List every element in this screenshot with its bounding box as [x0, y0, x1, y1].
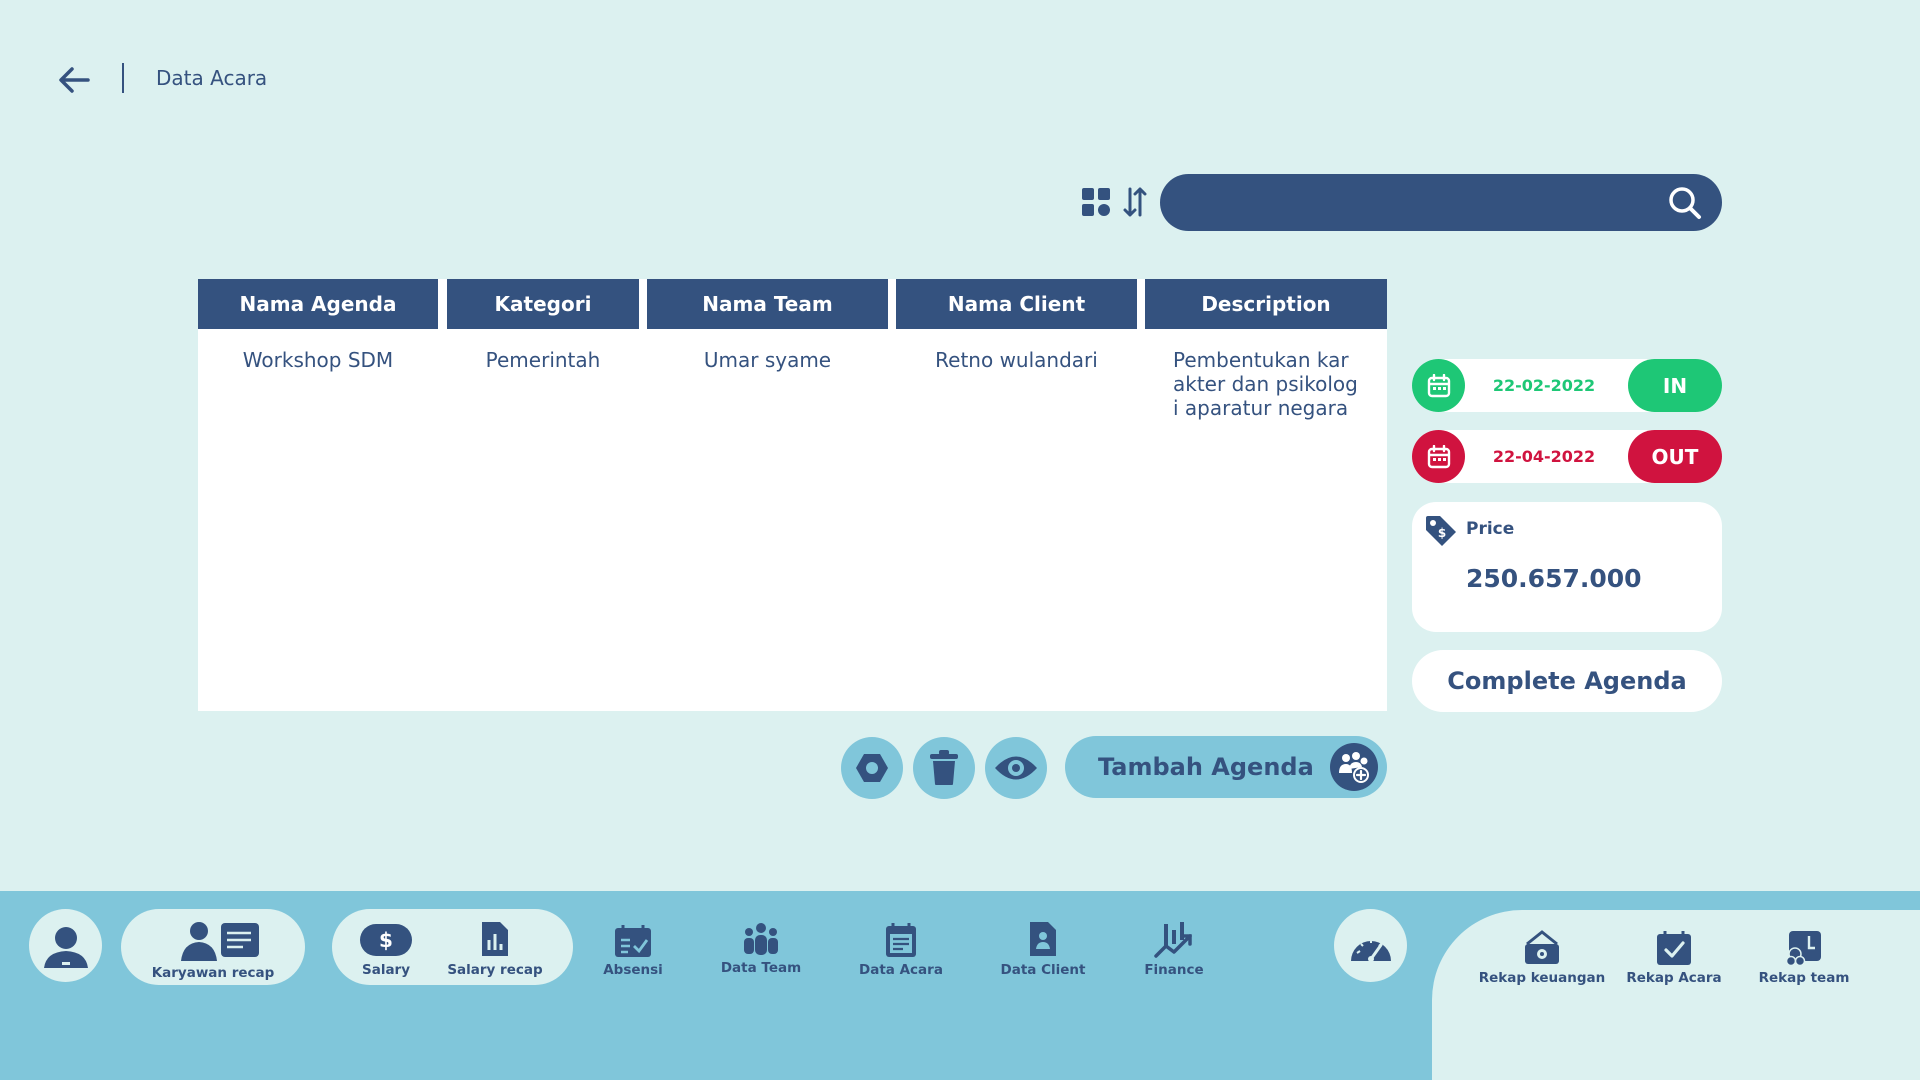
nav-absensi-label: Absensi — [603, 962, 663, 978]
svg-text:$: $ — [1438, 526, 1446, 540]
nav-data-acara[interactable]: Data Acara — [836, 922, 966, 978]
finance-chart-icon — [1154, 922, 1192, 958]
cell-nama-client: Retno wulandari — [935, 348, 1098, 372]
back-arrow-icon[interactable] — [56, 62, 92, 98]
price-card: $ Price 250.657.000 — [1412, 502, 1722, 632]
event-recap-icon — [1657, 931, 1691, 965]
karyawan-recap-group: Karyawan recap — [121, 909, 305, 985]
user-icon — [43, 926, 88, 968]
nav-salary-label: Salary — [361, 962, 411, 978]
svg-text:$: $ — [379, 928, 393, 952]
date-out-field[interactable]: 22-04-2022 OUT — [1412, 430, 1722, 483]
calendar-icon[interactable] — [1412, 430, 1465, 483]
nav-data-team[interactable]: Data Team — [696, 922, 826, 976]
date-in-value: 22-02-2022 — [1492, 376, 1596, 395]
nav-salary-recap-label: Salary recap — [447, 962, 543, 978]
date-in-field[interactable]: 22-02-2022 IN — [1412, 359, 1722, 412]
nav-data-team-label: Data Team — [720, 960, 802, 976]
trash-icon — [930, 750, 958, 785]
nav-finance-label: Finance — [1144, 962, 1204, 978]
cell-nama-team: Umar syame — [703, 348, 832, 372]
nav-data-client[interactable]: Data Client — [978, 920, 1108, 978]
salary-group: $ Salary Salary recap — [332, 909, 573, 985]
nav-rekap-team[interactable]: Rekap team — [1739, 930, 1869, 986]
event-calendar-icon — [886, 923, 916, 957]
column-header-nama-agenda[interactable]: Nama Agenda — [198, 279, 438, 329]
eye-icon — [995, 756, 1037, 780]
settings-icon — [856, 754, 888, 782]
nav-rekap-team-label: Rekap team — [1758, 970, 1850, 986]
column-header-description[interactable]: Description — [1145, 279, 1387, 329]
sort-icon[interactable] — [1122, 186, 1148, 218]
description-line: Pembentukan kar — [1173, 348, 1349, 372]
header-divider — [122, 63, 124, 93]
grid-view-icon[interactable] — [1082, 188, 1110, 216]
nav-absensi[interactable]: Absensi — [568, 924, 698, 978]
delete-button[interactable] — [913, 737, 975, 799]
complete-agenda-button[interactable]: Complete Agenda — [1412, 650, 1722, 712]
search-bar — [1160, 174, 1722, 231]
nav-salary-recap[interactable]: Salary recap — [430, 920, 560, 978]
cell-kategori: Pemerintah — [485, 348, 601, 372]
date-out-value: 22-04-2022 — [1492, 447, 1596, 466]
view-button[interactable] — [985, 737, 1047, 799]
page-title: Data Acara — [156, 66, 268, 90]
price-tag-icon: $ — [1422, 512, 1460, 550]
description-line: i aparatur negara — [1173, 396, 1349, 420]
nav-karyawan-recap[interactable]: Karyawan recap — [148, 919, 278, 981]
client-file-icon — [1030, 922, 1056, 956]
team-icon — [744, 923, 778, 955]
tambah-agenda-label: Tambah Agenda — [1098, 753, 1314, 781]
cell-nama-agenda: Workshop SDM — [242, 348, 394, 372]
rekap-panel: Rekap keuangan Rekap Acara Rekap team — [1432, 910, 1920, 1080]
nav-karyawan-recap-label: Karyawan recap — [151, 965, 275, 981]
add-team-icon — [1330, 743, 1378, 791]
agenda-table: Nama Agenda Kategori Nama Team Nama Clie… — [198, 279, 1387, 711]
search-input[interactable] — [1186, 184, 1646, 221]
nav-rekap-acara[interactable]: Rekap Acara — [1609, 930, 1739, 986]
attendance-icon — [615, 925, 651, 957]
finance-recap-icon — [1525, 930, 1559, 964]
column-header-nama-client[interactable]: Nama Client — [896, 279, 1137, 329]
column-header-nama-team[interactable]: Nama Team — [647, 279, 888, 329]
salary-recap-icon — [482, 922, 508, 956]
calendar-icon[interactable] — [1412, 359, 1465, 412]
nav-data-acara-label: Data Acara — [859, 962, 943, 978]
nav-rekap-acara-label: Rekap Acara — [1626, 970, 1722, 986]
nav-finance[interactable]: Finance — [1109, 920, 1239, 978]
profile-button[interactable] — [29, 909, 102, 982]
out-button[interactable]: OUT — [1628, 430, 1722, 483]
description-line: akter dan psikolog — [1173, 372, 1358, 396]
cell-description: Pembentukan kar akter dan psikolog i apa… — [1173, 348, 1373, 420]
column-header-kategori[interactable]: Kategori — [447, 279, 639, 329]
price-label: Price — [1466, 519, 1515, 539]
price-value: 250.657.000 — [1466, 564, 1642, 593]
settings-button[interactable] — [841, 737, 903, 799]
team-recap-icon — [1785, 931, 1821, 966]
dashboard-button[interactable] — [1334, 909, 1407, 982]
tambah-agenda-button[interactable]: Tambah Agenda — [1065, 736, 1387, 798]
employee-recap-icon — [181, 922, 259, 961]
search-icon[interactable] — [1668, 186, 1702, 220]
in-button[interactable]: IN — [1628, 359, 1722, 412]
salary-icon: $ — [360, 924, 412, 956]
speedometer-icon — [1350, 939, 1391, 962]
nav-data-client-label: Data Client — [1000, 962, 1086, 978]
nav-rekap-keuangan[interactable]: Rekap keuangan — [1477, 930, 1607, 986]
nav-rekap-keuangan-label: Rekap keuangan — [1478, 970, 1606, 986]
